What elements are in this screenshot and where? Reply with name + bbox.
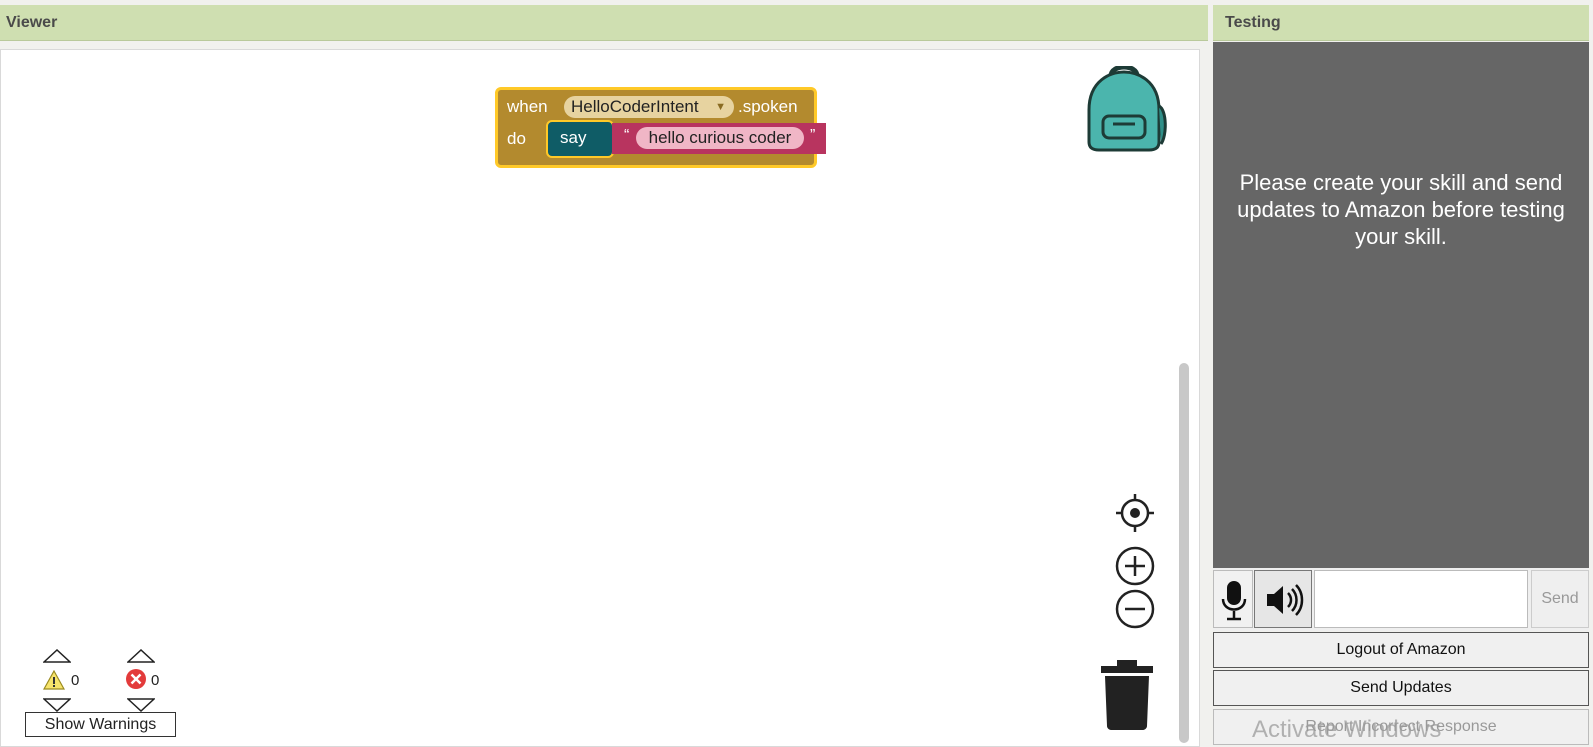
viewer-title: Viewer xyxy=(6,14,58,31)
event-block-when-spoken[interactable]: when HelloCoderIntent ▼ .spoken do say “… xyxy=(495,87,826,168)
say-label: say xyxy=(560,128,587,147)
testing-title: Testing xyxy=(1225,14,1281,31)
speaker-button[interactable] xyxy=(1254,570,1312,628)
text-value: hello curious coder xyxy=(648,128,792,147)
text-string-block[interactable]: “ hello curious coder ” xyxy=(612,123,826,154)
intent-name: HelloCoderIntent xyxy=(571,97,699,116)
send-button[interactable]: Send xyxy=(1531,570,1589,628)
show-warnings-button[interactable]: Show Warnings xyxy=(25,712,176,737)
error-count: 0 xyxy=(151,672,160,689)
testing-message: Please create your skill and send update… xyxy=(1237,170,1565,249)
microphone-icon xyxy=(1221,581,1247,621)
do-label: do xyxy=(507,129,526,148)
report-incorrect-response-button[interactable]: Report Incorrect Response xyxy=(1213,709,1589,745)
center-target-icon[interactable] xyxy=(1115,493,1155,533)
blocks-workspace[interactable]: when HelloCoderIntent ▼ .spoken do say “… xyxy=(0,49,1200,747)
warning-icon xyxy=(43,670,65,690)
intent-dropdown[interactable]: HelloCoderIntent ▼ xyxy=(564,96,734,118)
close-quote: ” xyxy=(810,127,816,144)
zoom-out-icon[interactable] xyxy=(1115,589,1155,629)
spoken-label: .spoken xyxy=(738,97,798,116)
error-prev-arrow-icon[interactable] xyxy=(127,649,155,663)
testing-panel: Please create your skill and send update… xyxy=(1213,42,1589,568)
text-block-connector-icon xyxy=(612,129,618,148)
say-block[interactable]: say xyxy=(546,120,614,158)
dropdown-arrow-icon: ▼ xyxy=(715,101,726,113)
send-updates-button[interactable]: Send Updates xyxy=(1213,670,1589,706)
trash-icon[interactable] xyxy=(1099,660,1155,730)
testing-input-row: Send xyxy=(1213,568,1589,631)
utterance-input[interactable] xyxy=(1314,570,1528,628)
when-label: when xyxy=(507,97,548,116)
warning-prev-arrow-icon[interactable] xyxy=(43,649,71,663)
testing-header: Testing xyxy=(1213,5,1589,41)
error-icon xyxy=(126,669,146,689)
backpack-icon[interactable] xyxy=(1081,66,1167,154)
error-next-arrow-icon[interactable] xyxy=(127,698,155,712)
logout-amazon-button[interactable]: Logout of Amazon xyxy=(1213,632,1589,668)
speaker-icon xyxy=(1267,584,1304,616)
zoom-in-icon[interactable] xyxy=(1115,546,1155,586)
open-quote: “ xyxy=(624,127,630,144)
warning-next-arrow-icon[interactable] xyxy=(43,698,71,712)
text-value-field[interactable]: hello curious coder xyxy=(636,127,804,149)
viewer-header: Viewer xyxy=(0,5,1208,41)
warning-count: 0 xyxy=(71,672,80,689)
microphone-button[interactable] xyxy=(1213,570,1253,628)
workspace-scrollbar[interactable] xyxy=(1179,363,1189,743)
